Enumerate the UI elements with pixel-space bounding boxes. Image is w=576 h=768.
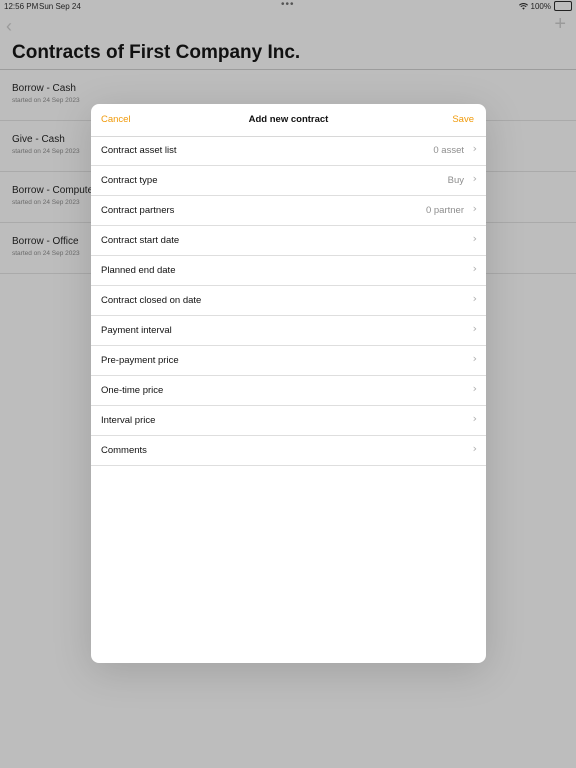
- chevron-right-icon: ›: [472, 292, 477, 305]
- modal-title: Add new contract: [248, 114, 329, 125]
- plus-icon: +: [554, 13, 566, 35]
- chevron-right-icon: ›: [472, 352, 477, 365]
- row-contract-type[interactable]: Contract type Buy ›: [91, 166, 486, 196]
- list-item-subtitle: started on 24 Sep 2023: [12, 199, 80, 206]
- row-label: Comments: [101, 445, 147, 456]
- list-item-subtitle: started on 24 Sep 2023: [12, 148, 80, 155]
- row-planned-end-date[interactable]: Planned end date ›: [91, 256, 486, 286]
- add-contract-button[interactable]: +: [554, 13, 566, 36]
- battery-percent: 100%: [530, 1, 551, 11]
- row-label: Interval price: [101, 415, 156, 426]
- list-item-title: Borrow - Cash: [12, 83, 76, 94]
- row-payment-interval[interactable]: Payment interval ›: [91, 316, 486, 346]
- chevron-right-icon: ›: [472, 442, 477, 455]
- chevron-right-icon: ›: [472, 142, 477, 155]
- modal-header: Cancel Add new contract Save: [91, 104, 486, 137]
- row-one-time-price[interactable]: One-time price ›: [91, 376, 486, 406]
- multitasking-dots-icon[interactable]: •••: [281, 0, 295, 10]
- chevron-right-icon: ›: [472, 412, 477, 425]
- list-item-title: Borrow - Office: [12, 236, 79, 247]
- row-contract-closed-date[interactable]: Contract closed on date ›: [91, 286, 486, 316]
- row-interval-price[interactable]: Interval price ›: [91, 406, 486, 436]
- row-contract-start-date[interactable]: Contract start date ›: [91, 226, 486, 256]
- back-button[interactable]: ‹: [6, 16, 12, 37]
- list-item-title: Borrow - Computer: [12, 185, 97, 196]
- row-value: 0 partner: [425, 205, 464, 216]
- contract-form: Contract asset list 0 asset › Contract t…: [91, 136, 486, 466]
- list-item-subtitle: started on 24 Sep 2023: [12, 250, 80, 257]
- chevron-right-icon: ›: [472, 232, 477, 245]
- chevron-left-icon: ‹: [6, 16, 12, 36]
- status-date: Sun Sep 24: [39, 2, 81, 11]
- wifi-icon: [518, 2, 528, 10]
- row-label: Pre-payment price: [101, 355, 179, 366]
- row-label: Planned end date: [101, 265, 176, 276]
- save-button[interactable]: Save: [452, 114, 474, 125]
- row-label: One-time price: [101, 385, 164, 396]
- row-label: Contract type: [101, 175, 158, 186]
- row-label: Contract asset list: [101, 145, 177, 156]
- chevron-right-icon: ›: [472, 172, 477, 185]
- row-label: Contract start date: [101, 235, 180, 246]
- chevron-right-icon: ›: [472, 382, 477, 395]
- chevron-right-icon: ›: [472, 322, 477, 335]
- row-comments[interactable]: Comments ›: [91, 436, 486, 466]
- row-contract-partners[interactable]: Contract partners 0 partner ›: [91, 196, 486, 226]
- row-value: Buy: [447, 175, 464, 186]
- status-indicators: 100%: [518, 1, 572, 11]
- list-item-title: Give - Cash: [12, 134, 65, 145]
- row-label: Contract closed on date: [101, 295, 202, 306]
- add-contract-modal: Cancel Add new contract Save Contract as…: [91, 104, 486, 663]
- chevron-right-icon: ›: [472, 202, 477, 215]
- battery-full-icon: [554, 1, 572, 11]
- row-pre-payment-price[interactable]: Pre-payment price ›: [91, 346, 486, 376]
- list-item-subtitle: started on 24 Sep 2023: [12, 97, 80, 104]
- chevron-right-icon: ›: [472, 262, 477, 275]
- status-time: 12:56 PM: [4, 2, 39, 11]
- row-value: 0 asset: [433, 145, 464, 156]
- row-label: Payment interval: [101, 325, 172, 336]
- row-contract-asset-list[interactable]: Contract asset list 0 asset ›: [91, 136, 486, 166]
- page-title: Contracts of First Company Inc.: [12, 42, 301, 63]
- status-bar: 12:56 PM Sun Sep 24 ••• 100%: [0, 0, 576, 14]
- row-label: Contract partners: [101, 205, 175, 216]
